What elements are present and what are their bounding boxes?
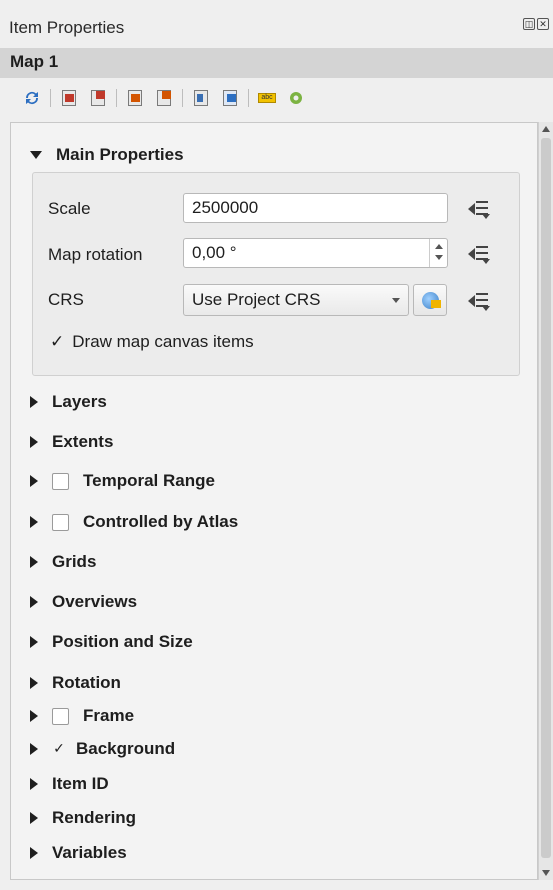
section-label: Background bbox=[76, 739, 176, 758]
item-name-bar: Map 1 bbox=[0, 48, 553, 78]
float-icon[interactable]: ◫ bbox=[523, 18, 535, 30]
map-rotation-label: Map rotation bbox=[48, 245, 143, 264]
toolbar-separator bbox=[50, 89, 51, 107]
title-buttons: ◫ ✕ bbox=[523, 18, 549, 30]
panel-titlebar: Item Properties ◫ ✕ bbox=[0, 0, 553, 40]
check-mark: ✓ bbox=[50, 332, 65, 351]
section-background[interactable]: ✓ Background bbox=[30, 739, 175, 759]
draw-canvas-items-label: Draw map canvas items bbox=[72, 332, 254, 351]
bookmark-icon[interactable] bbox=[191, 88, 211, 108]
temporal-range-checkbox[interactable] bbox=[52, 472, 69, 490]
section-frame[interactable]: Frame bbox=[30, 706, 134, 726]
scale-input[interactable]: 2500000 bbox=[183, 193, 448, 223]
scroll-thumb[interactable] bbox=[541, 138, 551, 858]
background-checkbox[interactable]: ✓ bbox=[52, 740, 66, 758]
label-settings-icon[interactable]: abc bbox=[257, 88, 277, 108]
set-extent-to-canvas-icon[interactable] bbox=[59, 88, 79, 108]
chevron-right-icon bbox=[30, 677, 38, 689]
chevron-right-icon bbox=[30, 396, 38, 408]
section-layers[interactable]: Layers bbox=[30, 392, 107, 412]
section-position-and-size[interactable]: Position and Size bbox=[30, 632, 193, 652]
chevron-right-icon bbox=[30, 516, 38, 528]
section-label: Main Properties bbox=[56, 145, 184, 164]
toolbar-separator bbox=[248, 89, 249, 107]
chevron-right-icon bbox=[30, 743, 38, 755]
panel-title: Item Properties bbox=[9, 18, 125, 37]
section-temporal-range[interactable]: Temporal Range bbox=[30, 471, 215, 491]
controlled-by-atlas-checkbox[interactable] bbox=[52, 513, 69, 531]
chevron-right-icon bbox=[30, 556, 38, 568]
chevron-right-icon bbox=[30, 436, 38, 448]
chevron-right-icon bbox=[30, 847, 38, 859]
section-rotation[interactable]: Rotation bbox=[30, 673, 121, 693]
draw-canvas-items-checkbox[interactable]: ✓ Draw map canvas items bbox=[50, 332, 254, 352]
toolbar-separator bbox=[116, 89, 117, 107]
map-rotation-spinbox[interactable]: 0,00 ° bbox=[183, 238, 448, 268]
chevron-right-icon bbox=[30, 710, 38, 722]
section-grids[interactable]: Grids bbox=[30, 552, 96, 572]
map-rotation-value: 0,00 ° bbox=[192, 243, 237, 262]
section-label: Frame bbox=[83, 706, 135, 725]
view-atlas-icon[interactable] bbox=[154, 88, 174, 108]
chevron-down-icon bbox=[392, 298, 400, 303]
toolbar-separator bbox=[182, 89, 183, 107]
crs-select[interactable]: Use Project CRS bbox=[183, 284, 409, 316]
chevron-right-icon bbox=[30, 778, 38, 790]
spin-buttons[interactable] bbox=[429, 239, 447, 267]
section-label: Item ID bbox=[52, 774, 109, 793]
map-toolbar: abc bbox=[0, 82, 553, 114]
data-defined-override-icon[interactable] bbox=[468, 197, 492, 219]
section-label: Extents bbox=[52, 432, 114, 451]
section-overviews[interactable]: Overviews bbox=[30, 592, 137, 612]
item-name: Map 1 bbox=[10, 52, 59, 71]
section-label: Layers bbox=[52, 392, 107, 411]
section-item-id[interactable]: Item ID bbox=[30, 774, 109, 794]
crs-label: CRS bbox=[48, 290, 84, 309]
section-extents[interactable]: Extents bbox=[30, 432, 113, 452]
scale-label: Scale bbox=[48, 199, 91, 218]
section-label: Grids bbox=[52, 552, 97, 571]
section-label: Rotation bbox=[52, 673, 121, 692]
frame-checkbox[interactable] bbox=[52, 707, 69, 725]
set-to-atlas-icon[interactable] bbox=[125, 88, 145, 108]
layer-settings-icon[interactable] bbox=[286, 88, 306, 108]
section-variables[interactable]: Variables bbox=[30, 843, 127, 863]
edit-icon bbox=[431, 300, 441, 308]
section-label: Rendering bbox=[52, 808, 137, 827]
data-defined-override-icon[interactable] bbox=[468, 289, 492, 311]
section-label: Controlled by Atlas bbox=[83, 512, 239, 531]
data-defined-override-icon[interactable] bbox=[468, 242, 492, 264]
scroll-down-icon[interactable] bbox=[542, 870, 550, 876]
layout-canvas-icon[interactable] bbox=[220, 88, 240, 108]
refresh-icon[interactable] bbox=[22, 88, 42, 108]
close-icon[interactable]: ✕ bbox=[537, 18, 549, 30]
section-main-properties[interactable]: Main Properties bbox=[30, 145, 184, 165]
view-extent-in-canvas-icon[interactable] bbox=[88, 88, 108, 108]
section-rendering[interactable]: Rendering bbox=[30, 808, 136, 828]
section-label: Overviews bbox=[52, 592, 138, 611]
section-label: Temporal Range bbox=[83, 471, 215, 490]
chevron-right-icon bbox=[30, 812, 38, 824]
crs-selector-button[interactable] bbox=[413, 284, 447, 316]
crs-selected-value: Use Project CRS bbox=[192, 290, 321, 309]
chevron-right-icon bbox=[30, 636, 38, 648]
chevron-down-icon bbox=[30, 151, 42, 159]
chevron-right-icon bbox=[30, 475, 38, 487]
section-controlled-by-atlas[interactable]: Controlled by Atlas bbox=[30, 512, 238, 532]
section-label: Position and Size bbox=[52, 632, 193, 651]
section-label: Variables bbox=[52, 843, 127, 862]
panel-scrollbar[interactable] bbox=[538, 122, 553, 880]
chevron-right-icon bbox=[30, 596, 38, 608]
scroll-up-icon[interactable] bbox=[542, 126, 550, 132]
